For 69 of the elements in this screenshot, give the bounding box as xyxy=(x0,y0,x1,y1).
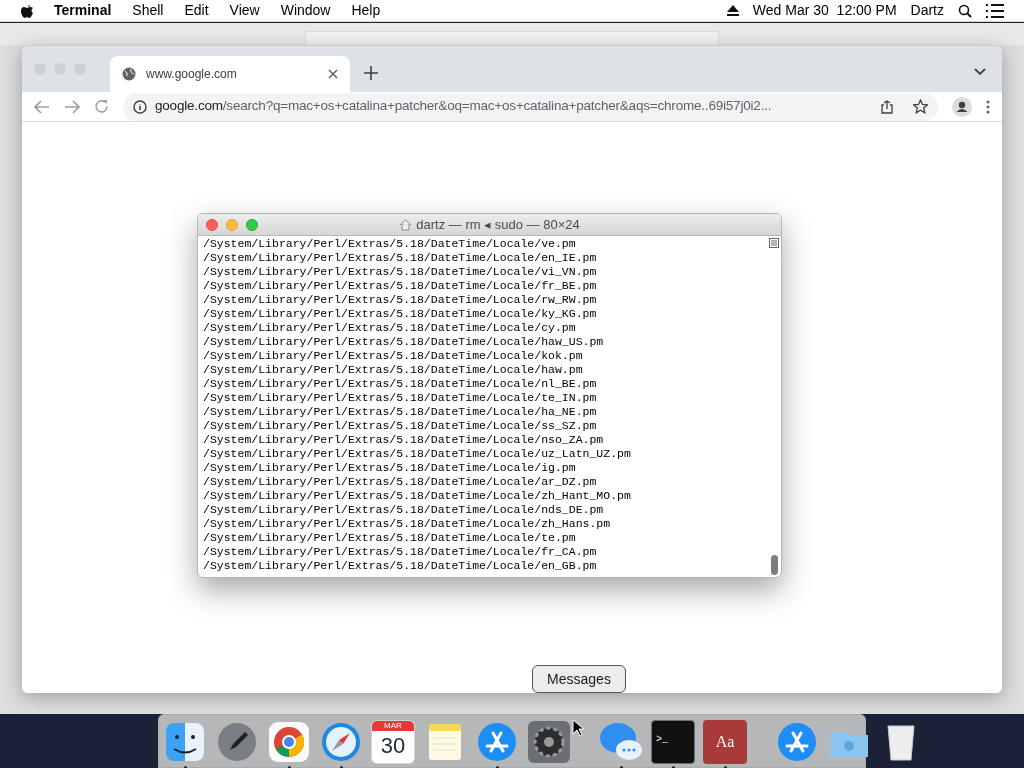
share-icon[interactable] xyxy=(881,99,893,114)
calendar-icon[interactable]: MAR 30 xyxy=(371,719,415,764)
back-arrow-icon[interactable] xyxy=(34,99,50,114)
menu-clock[interactable]: Wed Mar 30 12:00 PM xyxy=(752,0,897,21)
profile-icon[interactable] xyxy=(952,96,972,117)
address-bar[interactable]: google.com/search?q=mac+os+catalina+patcher&oq=mac+os+catalina+patcher&aqs=chrome..69i57j0i2... xyxy=(123,92,938,121)
mouse-pointer-icon xyxy=(572,719,584,737)
terminal-line: /System/Library/Perl/Extras/5.18/DateTime/Locale/ig.pm xyxy=(203,461,577,475)
terminal-line: /System/Library/Perl/Extras/5.18/DateTime/Locale/ar_DZ.pm xyxy=(203,475,598,489)
terminal-line: /System/Library/Perl/Extras/5.18/DateTime/Locale/te.pm xyxy=(203,531,577,545)
menu-item[interactable]: Window xyxy=(280,0,331,21)
terminal-line: /System/Library/Perl/Extras/5.18/DateTime/Locale/haw_US.pm xyxy=(203,335,605,349)
menu-item[interactable]: Edit xyxy=(184,0,209,21)
terminal-line: /System/Library/Perl/Extras/5.18/DateTime/Locale/fr_BE.pm xyxy=(203,279,598,293)
close-icon[interactable] xyxy=(328,69,338,79)
terminal-line: /System/Library/Perl/Extras/5.18/DateTime/Locale/nds_DE.pm xyxy=(203,503,605,517)
scrollbar-thumb[interactable] xyxy=(770,555,778,575)
calendar-day: 30 xyxy=(380,730,406,761)
menu-item[interactable]: Shell xyxy=(132,0,164,21)
terminal-icon[interactable]: >_ xyxy=(651,719,695,764)
dock-tooltip: Messages xyxy=(532,665,626,693)
terminal-line: /System/Library/Perl/Extras/5.18/DateTime/Locale/rw_RW.pm xyxy=(203,293,598,307)
info-icon xyxy=(133,99,147,114)
menu-item[interactable]: View xyxy=(229,0,260,21)
terminal-line: /System/Library/Perl/Extras/5.18/DateTime/Locale/ha_NE.pm xyxy=(203,405,598,419)
more-icon[interactable] xyxy=(986,99,990,114)
terminal-line: /System/Library/Perl/Extras/5.18/DateTime/Locale/zh_Hans.pm xyxy=(203,517,612,531)
window-title: dartz — rm ◂ sudo — 80×24 xyxy=(416,215,580,234)
terminal-line: /System/Library/Perl/Extras/5.18/DateTime/Locale/nl_BE.pm xyxy=(203,377,598,391)
home-icon xyxy=(399,218,413,231)
apple-icon[interactable] xyxy=(20,2,34,19)
menu-item[interactable]: Help xyxy=(351,0,381,21)
dictionary-glyph: Aa xyxy=(715,731,735,752)
terminal-line: /System/Library/Perl/Extras/5.18/DateTime/Locale/ve.pm xyxy=(203,237,577,251)
terminal-line: /System/Library/Perl/Extras/5.18/DateTime/Locale/te_IN.pm xyxy=(203,391,598,405)
tab-title: www.google.com xyxy=(146,66,238,83)
globe-icon xyxy=(122,67,136,81)
terminal-line: /System/Library/Perl/Extras/5.18/DateTime/Locale/ky_KG.pm xyxy=(203,307,598,321)
forward-arrow-icon[interactable] xyxy=(64,99,80,114)
terminal-line: /System/Library/Perl/Extras/5.18/DateTime/Locale/fr_CA.pm xyxy=(203,545,598,559)
terminal-line: /System/Library/Perl/Extras/5.18/DateTime/Locale/vi_VN.pm xyxy=(203,265,598,279)
terminal-line: /System/Library/Perl/Extras/5.18/DateTime/Locale/cy.pm xyxy=(203,321,577,335)
dictionary-icon[interactable]: Aa xyxy=(703,719,747,764)
chevron-down-icon[interactable] xyxy=(974,68,986,76)
terminal-line: /System/Library/Perl/Extras/5.18/DateTime/Locale/ss_SZ.pm xyxy=(203,419,598,433)
new-tab-icon[interactable] xyxy=(364,66,378,80)
search-icon[interactable] xyxy=(958,3,972,18)
url-text: google.com/search?q=mac+os+catalina+patcher&oq=mac+os+catalina+patcher&aqs=chrome..69i57j0i2... xyxy=(155,97,773,116)
address-field[interactable] xyxy=(305,31,719,45)
terminal-line: /System/Library/Perl/Extras/5.18/DateTime/Locale/en_GB.pm xyxy=(203,559,598,573)
calendar-month: MAR xyxy=(372,720,414,731)
close-button[interactable] xyxy=(206,218,218,231)
app-menu[interactable]: Terminal xyxy=(54,0,112,21)
reload-icon[interactable] xyxy=(94,99,109,114)
terminal-line: /System/Library/Perl/Extras/5.18/DateTime/Locale/en_IE.pm xyxy=(203,251,598,265)
terminal-prompt: >_ xyxy=(656,733,668,745)
browser-tab[interactable]: www.google.com xyxy=(110,56,350,92)
user-name[interactable]: Dartz xyxy=(910,0,944,21)
terminal-line: /System/Library/Perl/Extras/5.18/DateTime/Locale/uz_Latn_UZ.pm xyxy=(203,447,632,461)
terminal-line: /System/Library/Perl/Extras/5.18/DateTime/Locale/nso_ZA.pm xyxy=(203,433,605,447)
eject-icon[interactable] xyxy=(726,5,739,16)
star-icon[interactable] xyxy=(913,99,928,114)
gear-icon[interactable] xyxy=(527,719,571,764)
split-pane-icon[interactable] xyxy=(769,238,779,248)
terminal-line: /System/Library/Perl/Extras/5.18/DateTime/Locale/haw.pm xyxy=(203,363,584,377)
chrome-icon[interactable] xyxy=(267,719,311,764)
terminal-line: /System/Library/Perl/Extras/5.18/DateTime/Locale/kok.pm xyxy=(203,349,584,363)
terminal-line: /System/Library/Perl/Extras/5.18/DateTime/Locale/zh_Hant_MO.pm xyxy=(203,489,632,503)
list-icon[interactable] xyxy=(986,3,1004,18)
